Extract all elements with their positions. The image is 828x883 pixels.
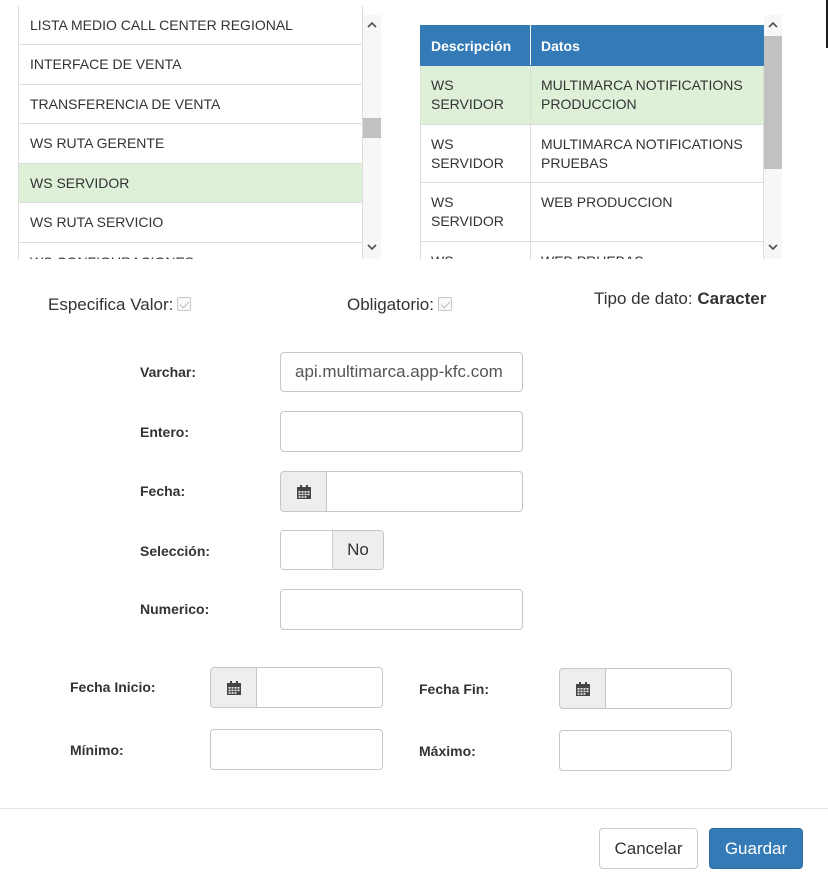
minimo-input[interactable]: [210, 729, 383, 770]
obligatorio-checkbox[interactable]: [437, 297, 452, 311]
cell-descripcion: WS SERVIDOR: [420, 240, 531, 259]
cell-datos: MULTIMARCA NOTIFICATIONS PRODUCCION: [530, 65, 764, 125]
table-row[interactable]: WS SERVIDOR WEB PRODUCCION: [420, 182, 764, 242]
table-row[interactable]: WS SERVIDOR MULTIMARCA NOTIFICATIONS PRO…: [420, 65, 764, 125]
table-row[interactable]: WS SERVIDOR WEB PRUEBAS: [420, 240, 764, 259]
obligatorio-group: Obligatorio:: [347, 295, 452, 315]
fecha-inicio-calendar-button[interactable]: [210, 667, 257, 708]
toggle-state-label: No: [332, 531, 383, 569]
obligatorio-label: Obligatorio:: [347, 295, 434, 314]
especifica-valor-checkbox[interactable]: [177, 297, 192, 311]
fecha-inicio-input[interactable]: [257, 667, 383, 708]
fecha-fin-input-group: [559, 668, 732, 709]
entero-label: Entero:: [140, 424, 189, 440]
scroll-thumb[interactable]: [363, 118, 381, 138]
calendar-icon: [296, 484, 312, 500]
cell-descripcion: WS SERVIDOR: [420, 182, 531, 242]
numerico-label: Numerico:: [140, 601, 210, 617]
calendar-icon: [226, 680, 242, 696]
chevron-down-icon[interactable]: [363, 240, 381, 256]
calendar-icon: [575, 681, 591, 697]
fecha-inicio-input-group: [210, 667, 383, 708]
list-item[interactable]: LISTA MEDIO CALL CENTER REGIONAL: [19, 6, 362, 45]
maximo-label: Máximo:: [419, 743, 476, 759]
list-item-selected[interactable]: WS SERVIDOR: [19, 163, 362, 203]
scroll-thumb[interactable]: [764, 36, 782, 169]
entero-input[interactable]: [280, 411, 523, 452]
footer-divider: [0, 808, 828, 809]
list-item[interactable]: TRANSFERENCIA DE VENTA: [19, 85, 362, 124]
save-button[interactable]: Guardar: [709, 828, 803, 869]
cancel-button[interactable]: Cancelar: [599, 828, 698, 869]
list-item[interactable]: INTERFACE DE VENTA: [19, 45, 362, 85]
fecha-input-group: [280, 471, 523, 512]
column-header-descripcion: Descripción: [420, 25, 531, 66]
varchar-input[interactable]: api.multimarca.app-kfc.com: [280, 352, 523, 392]
list-item[interactable]: WS RUTA SERVICIO: [19, 203, 362, 243]
tipo-dato-value: Caracter: [697, 289, 767, 308]
fecha-input[interactable]: [327, 471, 523, 512]
column-header-datos: Datos: [530, 25, 764, 66]
values-table-panel: Descripción Datos WS SERVIDOR MULTIMARCA…: [420, 6, 784, 259]
fecha-fin-label: Fecha Fin:: [419, 681, 490, 697]
seleccion-label: Selección:: [140, 543, 211, 559]
parameter-list: LISTA MEDIO CALL CENTER REGIONAL INTERFA…: [18, 6, 384, 259]
cell-datos: MULTIMARCA NOTIFICATIONS PRUEBAS: [530, 123, 764, 183]
varchar-label: Varchar:: [140, 364, 197, 380]
toggle-handle[interactable]: [281, 531, 332, 569]
values-table: Descripción Datos WS SERVIDOR MULTIMARCA…: [420, 25, 764, 259]
especifica-valor-group: Especifica Valor:: [48, 295, 192, 315]
cell-descripcion: WS SERVIDOR: [420, 65, 531, 125]
cell-datos: WEB PRODUCCION: [530, 182, 764, 242]
cell-descripcion: WS SERVIDOR: [420, 123, 531, 183]
chevron-up-icon[interactable]: [363, 17, 381, 33]
fecha-inicio-label: Fecha Inicio:: [70, 679, 156, 695]
especifica-valor-label: Especifica Valor:: [48, 295, 174, 314]
cell-datos: WEB PRUEBAS: [530, 240, 764, 259]
fecha-fin-calendar-button[interactable]: [559, 668, 606, 709]
seleccion-toggle[interactable]: No: [280, 530, 384, 570]
maximo-input[interactable]: [559, 730, 732, 771]
list-item[interactable]: WS RUTA GERENTE: [19, 124, 362, 164]
table-scrollbar[interactable]: [764, 15, 782, 259]
numerico-input[interactable]: [280, 589, 523, 630]
minimo-label: Mínimo:: [70, 742, 124, 758]
table-row[interactable]: WS SERVIDOR MULTIMARCA NOTIFICATIONS PRU…: [420, 123, 764, 183]
list-scrollbar[interactable]: [363, 15, 381, 259]
tipo-dato-group: Tipo de dato: Caracter: [594, 289, 766, 309]
chevron-up-icon[interactable]: [764, 17, 782, 33]
parameter-list-rows: LISTA MEDIO CALL CENTER REGIONAL INTERFA…: [18, 6, 363, 259]
chevron-down-icon[interactable]: [764, 240, 782, 256]
fecha-label: Fecha:: [140, 483, 186, 499]
fecha-calendar-button[interactable]: [280, 471, 327, 512]
fecha-fin-input[interactable]: [606, 668, 732, 709]
table-header-row: Descripción Datos: [420, 25, 764, 66]
list-item[interactable]: WS CONFIGURACIONES: [19, 243, 362, 260]
tipo-dato-label: Tipo de dato:: [594, 289, 693, 308]
